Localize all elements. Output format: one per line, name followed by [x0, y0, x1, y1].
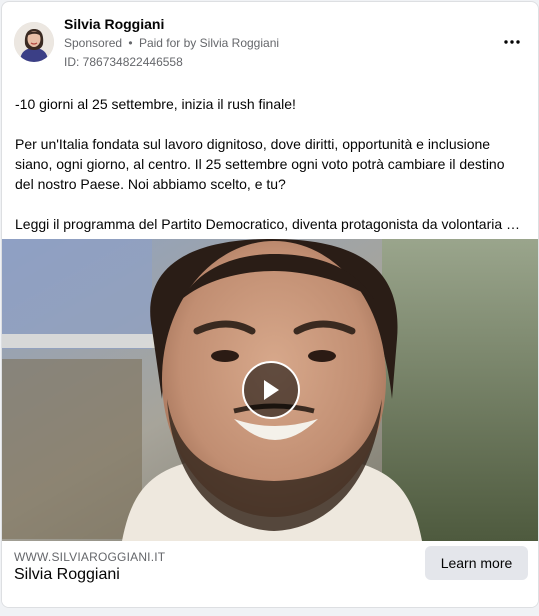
link-footer[interactable]: WWW.SILVIAROGGIANI.IT Silvia Roggiani Le… — [2, 541, 538, 607]
paid-for-prefix: Paid for by — [138, 36, 197, 50]
sponsored-line: Sponsored • Paid for by Silvia Roggiani — [64, 36, 279, 50]
post-header: Silvia Roggiani Sponsored • Paid for by … — [2, 2, 538, 78]
post-paragraph: Per un'Italia fondata sul lavoro dignito… — [15, 136, 505, 192]
more-options-button[interactable] — [500, 30, 524, 54]
avatar-image — [14, 22, 54, 62]
learn-more-button[interactable]: Learn more — [425, 546, 528, 580]
ad-card: Silvia Roggiani Sponsored • Paid for by … — [1, 1, 539, 608]
more-horizontal-icon — [504, 40, 520, 44]
page-name[interactable]: Silvia Roggiani — [64, 16, 164, 32]
link-domain[interactable]: WWW.SILVIAROGGIANI.IT — [14, 550, 165, 564]
post-paragraph: -10 giorni al 25 settembre, inizia il ru… — [15, 96, 296, 112]
paid-for-name[interactable]: Silvia Roggiani — [200, 36, 279, 50]
play-button[interactable] — [242, 361, 300, 419]
post-text: -10 giorni al 25 settembre, inizia il ru… — [15, 94, 527, 234]
play-icon — [264, 380, 279, 400]
ad-id: ID: 786734822446558 — [64, 55, 183, 69]
sponsored-label[interactable]: Sponsored — [64, 36, 122, 50]
link-title[interactable]: Silvia Roggiani — [14, 566, 120, 584]
post-paragraph-truncated[interactable]: Leggi il programma del Partito Democrati… — [15, 214, 527, 234]
page-avatar[interactable] — [14, 22, 54, 62]
meta-separator: • — [128, 36, 133, 50]
